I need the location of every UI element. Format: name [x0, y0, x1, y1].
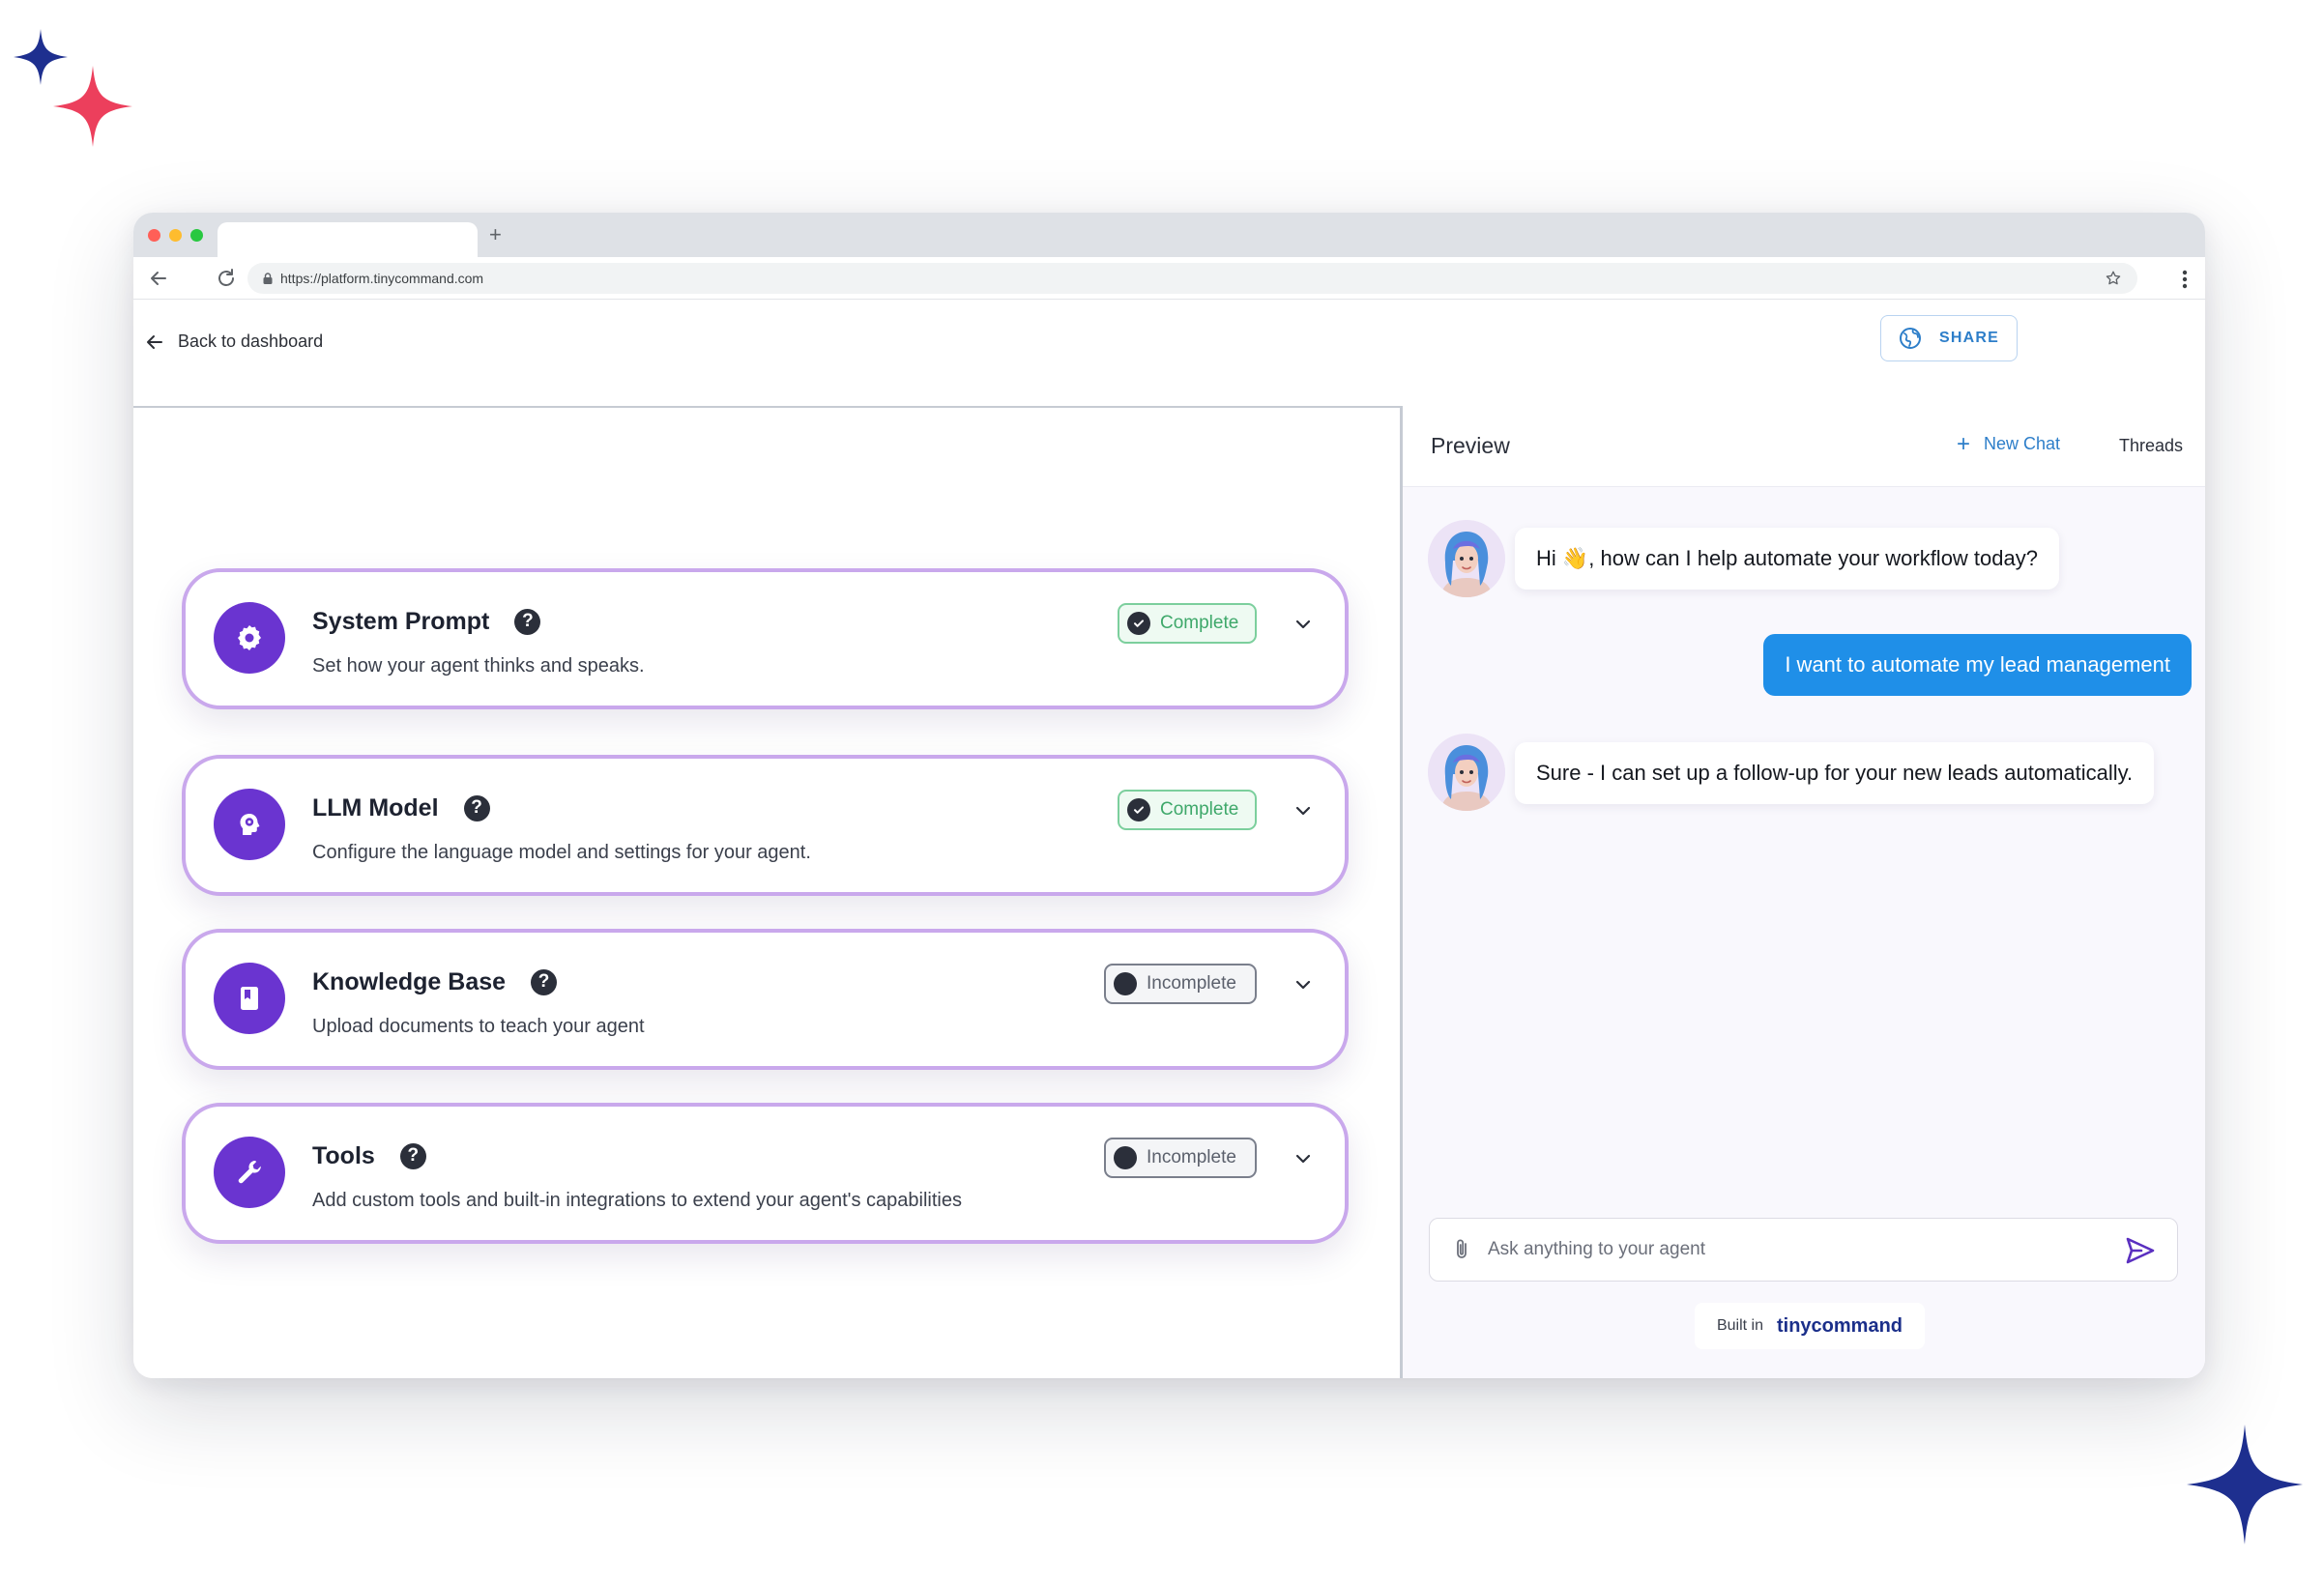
status-label: Complete	[1160, 613, 1239, 633]
chat-message-user: I want to automate my lead management	[1763, 634, 2192, 696]
browser-window: + https://platform.tinycommand.com Back …	[133, 213, 2205, 1378]
book-icon	[214, 963, 285, 1034]
status-label: Incomplete	[1147, 1147, 1236, 1167]
agent-avatar	[1428, 734, 1505, 811]
status-badge: Incomplete	[1104, 1138, 1257, 1178]
card-system-prompt[interactable]: System Prompt ? Set how your agent think…	[182, 568, 1349, 709]
browser-tab-strip: +	[133, 213, 2205, 257]
check-circle-icon	[1127, 798, 1150, 821]
back-arrow-icon[interactable]	[147, 267, 170, 290]
arrow-left-icon	[147, 334, 162, 349]
status-badge: Incomplete	[1104, 964, 1257, 1004]
help-icon[interactable]: ?	[463, 794, 490, 821]
address-bar[interactable]: https://platform.tinycommand.com	[247, 263, 2137, 294]
status-label: Complete	[1160, 799, 1239, 820]
threads-tab[interactable]: Threads	[2119, 436, 2183, 456]
share-button[interactable]: SHARE	[1880, 315, 2018, 361]
chat-input-box	[1429, 1218, 2178, 1282]
filled-circle-icon	[1114, 1146, 1137, 1169]
browser-toolbar: https://platform.tinycommand.com	[133, 257, 2205, 300]
brain-icon	[214, 789, 285, 860]
share-label: SHARE	[1938, 330, 1999, 346]
new-tab-button[interactable]: +	[489, 222, 502, 247]
paperclip-icon[interactable]	[1451, 1238, 1472, 1261]
chevron-down-icon[interactable]	[1292, 973, 1315, 996]
gear-icon	[214, 602, 285, 674]
card-title: Knowledge Base	[312, 968, 507, 995]
window-maximize-button[interactable]	[190, 229, 203, 242]
globe-icon	[1899, 328, 1921, 349]
help-icon[interactable]: ?	[531, 968, 558, 995]
window-close-button[interactable]	[148, 229, 160, 242]
help-icon[interactable]: ?	[514, 608, 541, 635]
card-title: Tools	[312, 1142, 375, 1169]
chat-message-bot: Hi 👋, how can I help automate your workf…	[1515, 528, 2059, 590]
filled-circle-icon	[1114, 972, 1137, 995]
built-in-prefix: Built in	[1716, 1317, 1763, 1334]
browser-tab[interactable]	[218, 222, 478, 257]
status-badge: Complete	[1118, 603, 1257, 644]
help-icon[interactable]: ?	[399, 1142, 426, 1169]
lock-icon	[263, 273, 273, 284]
built-in-badge[interactable]: Built in tinycommand	[1695, 1303, 1925, 1349]
send-icon[interactable]	[2125, 1236, 2156, 1265]
card-description: Set how your agent thinks and speaks.	[312, 655, 645, 677]
preview-title: Preview	[1431, 433, 1510, 458]
card-knowledge-base[interactable]: Knowledge Base ? Upload documents to tea…	[182, 929, 1349, 1070]
card-description: Configure the language model and setting…	[312, 842, 811, 863]
chat-message-input[interactable]	[1488, 1234, 2087, 1265]
new-chat-button[interactable]: + New Chat	[1957, 430, 2061, 457]
check-circle-icon	[1127, 612, 1150, 635]
url-text: https://platform.tinycommand.com	[280, 271, 484, 286]
brand-logo: tinycommand	[1777, 1314, 1903, 1337]
agent-config-panel: System Prompt ? Set how your agent think…	[133, 408, 1400, 1378]
chevron-down-icon[interactable]	[1292, 799, 1315, 822]
plus-icon: +	[1957, 430, 1971, 457]
sparkle-navy-large-icon	[2187, 1425, 2303, 1544]
browser-menu-icon[interactable]	[2182, 269, 2188, 290]
card-description: Add custom tools and built-in integratio…	[312, 1190, 962, 1211]
chevron-down-icon[interactable]	[1292, 1147, 1315, 1170]
wrench-icon	[214, 1137, 285, 1208]
preview-header: Preview + New Chat Threads	[1403, 408, 2205, 487]
chevron-down-icon[interactable]	[1292, 613, 1315, 636]
back-to-dashboard-label: Back to dashboard	[178, 331, 324, 351]
window-minimize-button[interactable]	[169, 229, 182, 242]
agent-avatar	[1428, 520, 1505, 597]
card-title: System Prompt	[312, 608, 490, 635]
card-tools[interactable]: Tools ? Add custom tools and built-in in…	[182, 1103, 1349, 1244]
card-title: LLM Model	[312, 794, 439, 821]
sparkle-pink-icon	[53, 66, 132, 147]
card-description: Upload documents to teach your agent	[312, 1016, 645, 1037]
card-llm-model[interactable]: LLM Model ? Configure the language model…	[182, 755, 1349, 896]
new-chat-label: New Chat	[1984, 434, 2061, 453]
bookmark-star-icon[interactable]	[2105, 270, 2122, 287]
chat-message-bot: Sure - I can set up a follow-up for your…	[1515, 742, 2155, 804]
status-label: Incomplete	[1147, 973, 1236, 994]
reload-icon[interactable]	[215, 267, 238, 290]
status-badge: Complete	[1118, 790, 1257, 830]
back-to-dashboard-link[interactable]: Back to dashboard	[145, 331, 323, 352]
preview-panel: Preview + New Chat Threads Hi 👋, how can…	[1403, 408, 2205, 1378]
